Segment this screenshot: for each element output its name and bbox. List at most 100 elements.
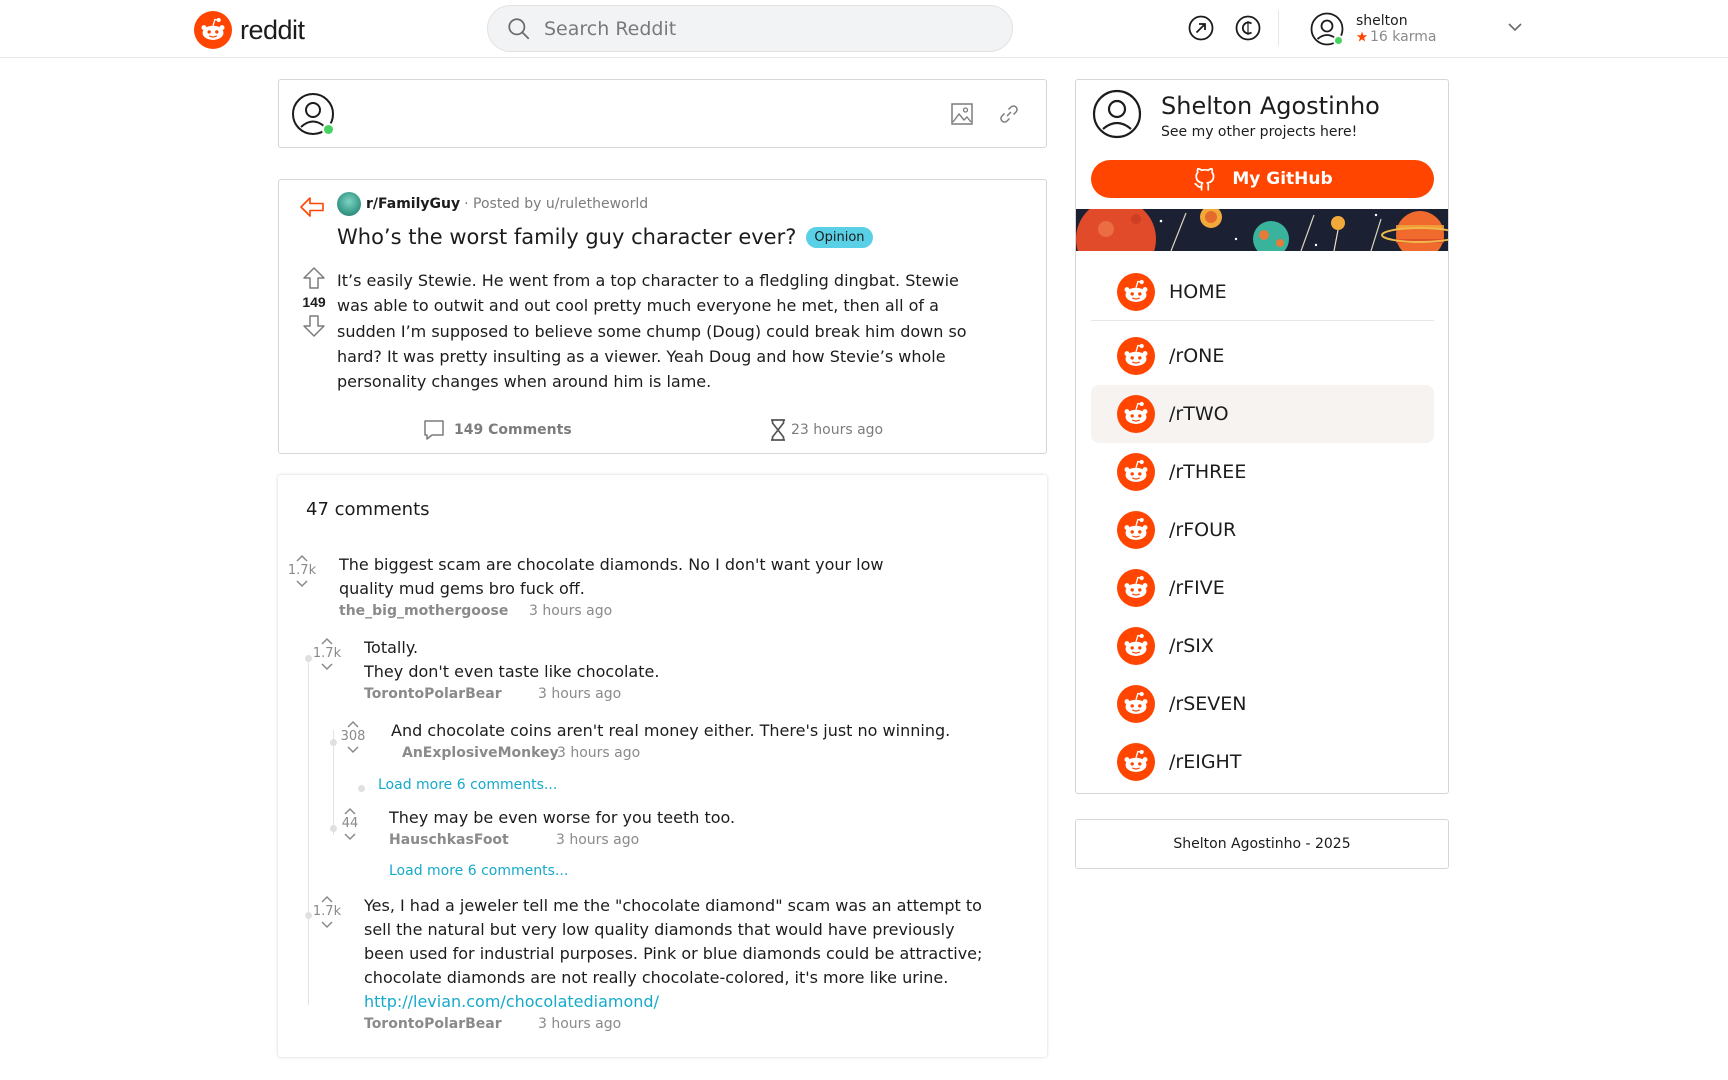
nav-item-rfive[interactable]: /rFIVE bbox=[1091, 559, 1434, 617]
reddit-icon bbox=[1117, 511, 1155, 549]
comment-author[interactable]: HauschkasFoot bbox=[389, 832, 556, 848]
nav-item-rfour[interactable]: /rFOUR bbox=[1091, 501, 1434, 559]
image-icon[interactable] bbox=[950, 102, 974, 126]
upvote-icon[interactable] bbox=[302, 266, 326, 290]
comment-text: Yes, I had a jeweler tell me the "chocol… bbox=[364, 896, 983, 987]
post-title: Who’s the worst family guy character eve… bbox=[337, 225, 873, 249]
reddit-icon bbox=[1117, 395, 1155, 433]
comment-text: Totally. They don't even taste like choc… bbox=[364, 638, 660, 681]
thread-dot bbox=[330, 739, 337, 746]
post-title-text: Who’s the worst family guy character eve… bbox=[337, 225, 797, 249]
search-icon bbox=[508, 17, 530, 39]
reddit-icon bbox=[1117, 569, 1155, 607]
comment-author[interactable]: AnExplosiveMonkey bbox=[402, 745, 559, 761]
online-indicator bbox=[1333, 35, 1344, 46]
comment-vote: 1.7k bbox=[312, 894, 342, 930]
upvote-icon[interactable] bbox=[295, 553, 309, 563]
downvote-icon[interactable] bbox=[343, 832, 357, 842]
reddit-logo[interactable]: reddit bbox=[194, 11, 305, 49]
posted-by: · Posted by u/ruletheworld bbox=[464, 196, 649, 212]
user-menu[interactable]: shelton 16 karma bbox=[1310, 12, 1436, 46]
downvote-icon[interactable] bbox=[302, 314, 326, 338]
comment-votes: 44 bbox=[341, 816, 359, 831]
post-vote: 149 bbox=[299, 266, 329, 338]
nav-item-rtwo[interactable]: /rTWO bbox=[1091, 385, 1434, 443]
comment: They may be even worse for you teeth too… bbox=[389, 806, 989, 848]
nav-label: /rSEVEN bbox=[1169, 693, 1247, 715]
reddit-icon bbox=[1117, 337, 1155, 375]
reddit-icon bbox=[1117, 685, 1155, 723]
reddit-icon bbox=[1117, 453, 1155, 491]
subreddit-nav: HOME /rONE /rTWO /rTHREE /rFOUR /rFIVE /… bbox=[1091, 263, 1434, 791]
nav-label: HOME bbox=[1169, 280, 1227, 303]
comment-text: The biggest scam are chocolate diamonds.… bbox=[339, 555, 884, 598]
nav-item-rthree[interactable]: /rTHREE bbox=[1091, 443, 1434, 501]
reddit-icon bbox=[1117, 627, 1155, 665]
karma: 16 karma bbox=[1356, 29, 1436, 45]
comments-section: 47 comments 1.7k The biggest scam are ch… bbox=[278, 475, 1047, 1057]
search-input[interactable] bbox=[544, 17, 964, 40]
sidebar-footer: Shelton Agostinho - 2025 bbox=[1075, 819, 1449, 869]
sidebar: Shelton Agostinho See my other projects … bbox=[1075, 79, 1449, 794]
karma-icon bbox=[1356, 31, 1368, 42]
post-flair[interactable]: Opinion bbox=[806, 226, 873, 248]
comment-vote: 1.7k bbox=[312, 636, 342, 672]
subreddit-link[interactable]: r/FamilyGuy bbox=[366, 196, 460, 212]
nav-item-rone[interactable]: /rONE bbox=[1091, 327, 1434, 385]
downvote-icon[interactable] bbox=[346, 745, 360, 755]
footer-text: Shelton Agostinho - 2025 bbox=[1173, 836, 1351, 852]
nav-label: /rSIX bbox=[1169, 635, 1214, 657]
coins-icon[interactable] bbox=[1234, 14, 1262, 42]
search-bar[interactable] bbox=[487, 5, 1013, 52]
post-time-label: 23 hours ago bbox=[791, 422, 884, 438]
link-icon[interactable] bbox=[997, 102, 1021, 126]
back-arrow-icon[interactable] bbox=[299, 196, 325, 218]
popular-icon[interactable] bbox=[1187, 14, 1215, 42]
upvote-icon[interactable] bbox=[320, 636, 334, 646]
load-more-comments[interactable]: Load more 6 comments... bbox=[389, 863, 568, 879]
upvote-icon[interactable] bbox=[343, 806, 357, 816]
comment-icon bbox=[424, 420, 444, 440]
github-icon bbox=[1194, 167, 1215, 191]
create-post-bar[interactable] bbox=[278, 79, 1047, 148]
comment-vote: 308 bbox=[338, 719, 368, 755]
reddit-icon bbox=[1117, 743, 1155, 781]
comment-time: 3 hours ago bbox=[557, 745, 641, 761]
downvote-icon[interactable] bbox=[320, 920, 334, 930]
comments-count-heading: 47 comments bbox=[306, 499, 430, 520]
profile-avatar-icon bbox=[1092, 89, 1142, 139]
comment: Totally. They don't even taste like choc… bbox=[364, 636, 944, 702]
nav-label: /rONE bbox=[1169, 345, 1225, 367]
comment-author[interactable]: the_big_mothergoose bbox=[339, 603, 529, 619]
post-card: r/FamilyGuy · Posted by u/ruletheworld W… bbox=[278, 179, 1047, 454]
nav-item-rseven[interactable]: /rSEVEN bbox=[1091, 675, 1434, 733]
comments-button[interactable]: 149 Comments bbox=[422, 418, 572, 442]
load-more-comments[interactable]: Load more 6 comments... bbox=[378, 777, 557, 793]
comment-author[interactable]: TorontoPolarBear bbox=[364, 686, 538, 702]
downvote-icon[interactable] bbox=[295, 579, 309, 589]
post-meta: r/FamilyGuy · Posted by u/ruletheworld bbox=[337, 192, 648, 216]
upvote-icon[interactable] bbox=[346, 719, 360, 729]
upvote-icon[interactable] bbox=[320, 894, 334, 904]
comment-vote: 44 bbox=[335, 806, 365, 842]
comment-vote: 1.7k bbox=[287, 553, 317, 589]
comment-link[interactable]: http://levian.com/chocolatediamond/ bbox=[364, 992, 659, 1011]
reddit-logo-icon bbox=[194, 11, 232, 49]
nav-label: /rEIGHT bbox=[1169, 751, 1242, 773]
nav-item-reight[interactable]: /rEIGHT bbox=[1091, 733, 1434, 791]
username: shelton bbox=[1356, 13, 1408, 29]
nav-item-home[interactable]: HOME bbox=[1091, 263, 1434, 321]
comment-time: 3 hours ago bbox=[538, 1016, 622, 1032]
chevron-down-icon[interactable] bbox=[1506, 18, 1524, 36]
downvote-icon[interactable] bbox=[320, 662, 334, 672]
comment: And chocolate coins aren't real money ei… bbox=[391, 719, 991, 761]
github-button[interactable]: My GitHub bbox=[1091, 160, 1434, 198]
comment-time: 3 hours ago bbox=[538, 686, 622, 702]
profile-subtitle: See my other projects here! bbox=[1161, 124, 1358, 140]
comment-author[interactable]: TorontoPolarBear bbox=[364, 1016, 538, 1032]
online-indicator bbox=[322, 123, 335, 136]
post-time: 23 hours ago bbox=[769, 418, 883, 442]
comment-votes: 1.7k bbox=[312, 646, 342, 661]
nav-item-rsix[interactable]: /rSIX bbox=[1091, 617, 1434, 675]
nav-label: /rFOUR bbox=[1169, 519, 1237, 541]
